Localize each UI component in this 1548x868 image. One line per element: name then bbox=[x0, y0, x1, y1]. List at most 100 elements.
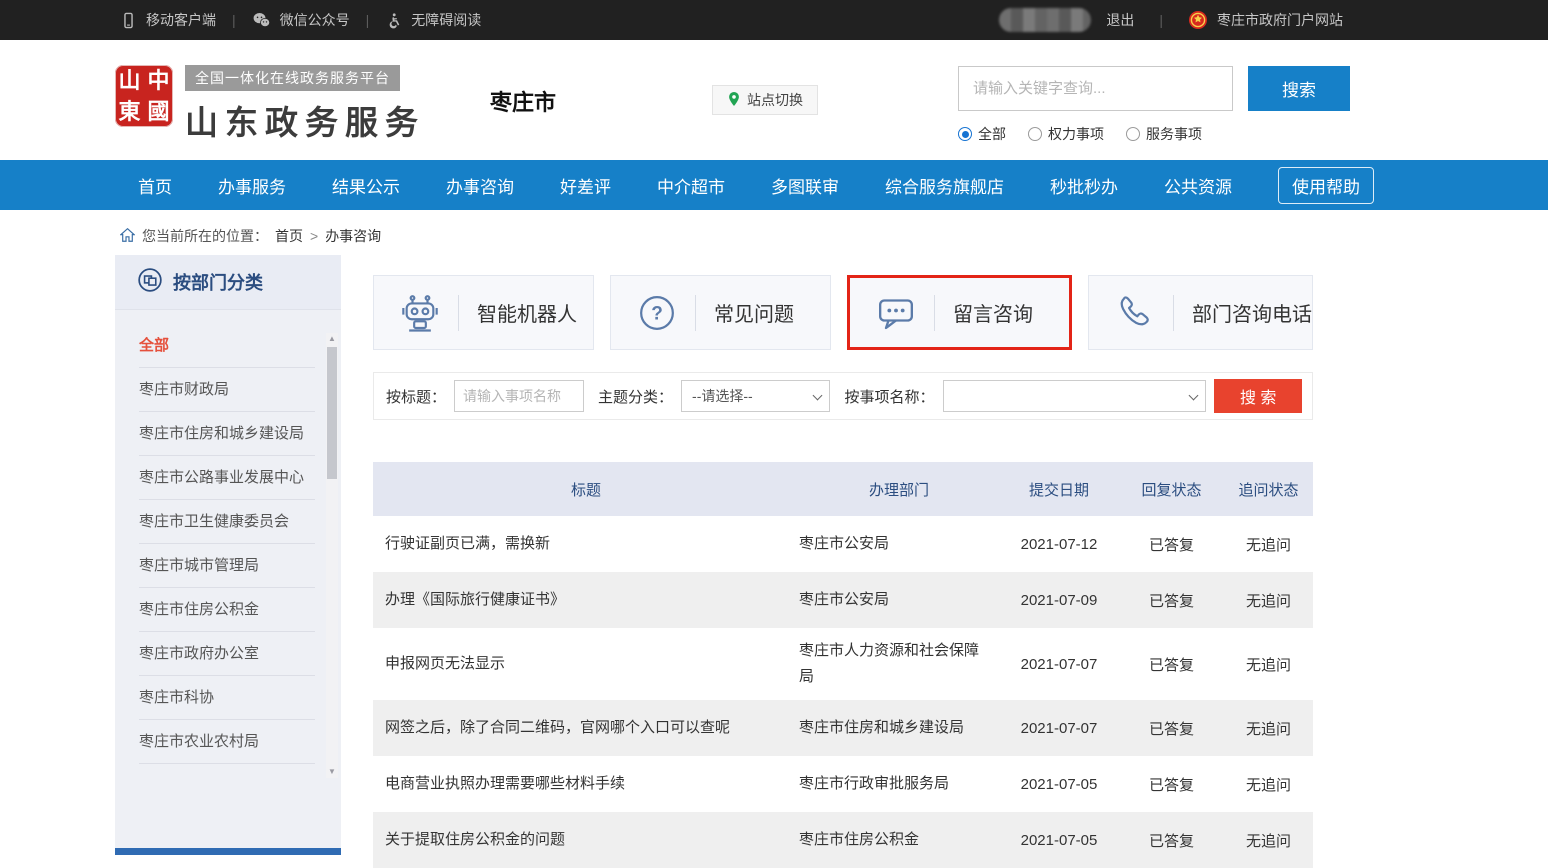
sidebar-item-4[interactable]: 枣庄市卫生健康委员会 bbox=[139, 500, 315, 544]
row-followup-status: 无追问 bbox=[1224, 590, 1313, 611]
nav-item-5[interactable]: 中介超市 bbox=[634, 173, 748, 198]
sidebar-item-0[interactable]: 全部 bbox=[139, 324, 315, 368]
nav-item-3[interactable]: 办事咨询 bbox=[423, 173, 537, 198]
tab-divider bbox=[458, 295, 459, 331]
scroll-up-arrow[interactable]: ▲ bbox=[326, 333, 338, 345]
topic-select[interactable]: --请选择-- bbox=[681, 380, 830, 412]
nav-item-1[interactable]: 办事服务 bbox=[195, 173, 309, 198]
sidebar-item-6[interactable]: 枣庄市住房公积金 bbox=[139, 588, 315, 632]
radio-selected-icon[interactable] bbox=[958, 127, 972, 141]
location-pin-icon bbox=[727, 91, 741, 110]
row-title: 关于提取住房公积金的问题 bbox=[373, 812, 799, 868]
sidebar-item-7[interactable]: 枣庄市政府办公室 bbox=[139, 632, 315, 676]
scope-radio-2[interactable]: 服务事项 bbox=[1126, 124, 1202, 144]
scope-radio-0[interactable]: 全部 bbox=[958, 124, 1006, 144]
home-icon bbox=[120, 228, 135, 245]
divider: | bbox=[366, 12, 370, 28]
consult-tabs: 智能机器人?常见问题留言咨询 部门咨询电话 bbox=[373, 275, 1313, 350]
row-title: 网签之后，除了合同二维码，官网哪个入口可以查呢 bbox=[373, 700, 799, 756]
nav-item-7[interactable]: 综合服务旗舰店 bbox=[862, 173, 1027, 198]
scope-radio-1[interactable]: 权力事项 bbox=[1028, 124, 1104, 144]
phone-icon bbox=[1115, 294, 1155, 332]
row-submit-date: 2021-07-05 bbox=[999, 776, 1119, 793]
column-header-4: 追问状态 bbox=[1224, 479, 1313, 500]
chevron-down-icon bbox=[813, 391, 823, 401]
row-department: 枣庄市公安局 bbox=[799, 577, 999, 623]
nav-item-8[interactable]: 秒批秒办 bbox=[1027, 173, 1141, 198]
sidebar-item-3[interactable]: 枣庄市公路事业发展中心 bbox=[139, 456, 315, 500]
portal-link[interactable]: 枣庄市政府门户网站 bbox=[1217, 10, 1343, 30]
sidebar-item-1[interactable]: 枣庄市财政局 bbox=[139, 368, 315, 412]
item-select[interactable] bbox=[943, 380, 1207, 412]
tab-1[interactable]: ?常见问题 bbox=[610, 275, 831, 350]
table-row-5[interactable]: 关于提取住房公积金的问题枣庄市住房公积金2021-07-05已答复无追问 bbox=[373, 812, 1313, 868]
sidebar-title: 按部门分类 bbox=[173, 269, 263, 295]
nav-item-10[interactable]: 使用帮助 bbox=[1278, 167, 1374, 204]
user-name-redacted bbox=[999, 8, 1091, 32]
nav-item-4[interactable]: 好差评 bbox=[537, 173, 634, 198]
mobile-client-link[interactable]: 移动客户端 bbox=[120, 10, 216, 30]
row-submit-date: 2021-07-07 bbox=[999, 720, 1119, 737]
sidebar-item-8[interactable]: 枣庄市科协 bbox=[139, 676, 315, 720]
scroll-down-arrow[interactable]: ▼ bbox=[326, 766, 338, 778]
row-submit-date: 2021-07-05 bbox=[999, 832, 1119, 849]
national-emblem-icon bbox=[1188, 10, 1208, 30]
radio-unselected-icon[interactable] bbox=[1028, 127, 1042, 141]
seal-char: 中 bbox=[147, 70, 169, 92]
seal-char: 東 bbox=[118, 101, 140, 123]
table-header: 标题办理部门提交日期回复状态追问状态 bbox=[373, 462, 1313, 516]
table-row-0[interactable]: 行驶证副页已满，需换新枣庄市公安局2021-07-12已答复无追问 bbox=[373, 516, 1313, 572]
wechat-icon bbox=[252, 11, 271, 30]
tab-label: 部门咨询电话 bbox=[1192, 298, 1312, 327]
wechat-link[interactable]: 微信公众号 bbox=[252, 10, 350, 30]
column-header-3: 回复状态 bbox=[1119, 479, 1224, 500]
row-title: 行驶证副页已满，需换新 bbox=[373, 516, 799, 572]
tab-0[interactable]: 智能机器人 bbox=[373, 275, 594, 350]
row-followup-status: 无追问 bbox=[1224, 830, 1313, 851]
sidebar-scrollbar[interactable]: ▲ ▼ bbox=[326, 333, 338, 778]
row-reply-status: 已答复 bbox=[1119, 534, 1224, 555]
tab-2[interactable]: 留言咨询 bbox=[847, 275, 1072, 350]
nav-item-9[interactable]: 公共资源 bbox=[1141, 173, 1255, 198]
top-utility-bar: 移动客户端 | 微信公众号 | 无障碍阅读 退出 | 枣庄市政府门户网站 bbox=[0, 0, 1548, 40]
filter-bar: 按标题： 主题分类： --请选择-- 按事项名称： 搜 索 bbox=[373, 372, 1313, 420]
keyword-search-input[interactable] bbox=[958, 66, 1233, 111]
sidebar-bottom-strip bbox=[115, 848, 341, 855]
nav-item-2[interactable]: 结果公示 bbox=[309, 173, 423, 198]
tab-3[interactable]: 部门咨询电话 bbox=[1088, 275, 1313, 350]
sidebar-item-5[interactable]: 枣庄市城市管理局 bbox=[139, 544, 315, 588]
filter-search-button[interactable]: 搜 索 bbox=[1214, 379, 1302, 413]
nav-item-6[interactable]: 多图联审 bbox=[748, 173, 862, 198]
sidebar-header: 按部门分类 bbox=[115, 255, 341, 310]
sidebar-item-2[interactable]: 枣庄市住房和城乡建设局 bbox=[139, 412, 315, 456]
table-row-1[interactable]: 办理《国际旅行健康证书》枣庄市公安局2021-07-09已答复无追问 bbox=[373, 572, 1313, 628]
main-content: 智能机器人?常见问题留言咨询 部门咨询电话 按标题： 主题分类： --请选择-- … bbox=[373, 275, 1313, 868]
seal-char: 山 bbox=[118, 70, 140, 92]
consultation-table: 标题办理部门提交日期回复状态追问状态 行驶证副页已满，需换新枣庄市公安局2021… bbox=[373, 462, 1313, 868]
tab-label: 常见问题 bbox=[714, 298, 794, 327]
tab-divider bbox=[934, 295, 935, 331]
site-header: 山中東國 全国一体化在线政务服务平台 山东政务服务 枣庄市 站点切换 搜索 全部… bbox=[0, 40, 1548, 160]
mobile-icon bbox=[120, 12, 137, 29]
row-reply-status: 已答复 bbox=[1119, 774, 1224, 795]
site-switch-button[interactable]: 站点切换 bbox=[712, 85, 818, 115]
sidebar-item-9[interactable]: 枣庄市农业农村局 bbox=[139, 720, 315, 764]
city-name: 枣庄市 bbox=[490, 85, 556, 117]
logout-link[interactable]: 退出 bbox=[1106, 10, 1134, 30]
accessibility-link[interactable]: 无障碍阅读 bbox=[385, 10, 481, 30]
nav-item-0[interactable]: 首页 bbox=[115, 173, 195, 198]
scrollbar-thumb[interactable] bbox=[327, 347, 337, 479]
topic-select-value: --请选择-- bbox=[692, 386, 753, 406]
table-row-4[interactable]: 电商营业执照办理需要哪些材料手续枣庄市行政审批服务局2021-07-05已答复无… bbox=[373, 756, 1313, 812]
table-row-2[interactable]: 申报网页无法显示枣庄市人力资源和社会保障局2021-07-07已答复无追问 bbox=[373, 628, 1313, 700]
table-row-3[interactable]: 网签之后，除了合同二维码，官网哪个入口可以查呢枣庄市住房和城乡建设局2021-0… bbox=[373, 700, 1313, 756]
row-submit-date: 2021-07-12 bbox=[999, 536, 1119, 553]
breadcrumb-home-link[interactable]: 首页 bbox=[275, 226, 303, 246]
column-header-1: 办理部门 bbox=[799, 479, 999, 500]
row-department: 枣庄市住房和城乡建设局 bbox=[799, 705, 999, 751]
radio-unselected-icon[interactable] bbox=[1126, 127, 1140, 141]
title-filter-label: 按标题： bbox=[386, 386, 446, 407]
header-search-button[interactable]: 搜索 bbox=[1248, 66, 1350, 111]
site-logo[interactable]: 山中東國 全国一体化在线政务服务平台 山东政务服务 bbox=[115, 65, 425, 144]
title-filter-input[interactable] bbox=[454, 380, 584, 412]
